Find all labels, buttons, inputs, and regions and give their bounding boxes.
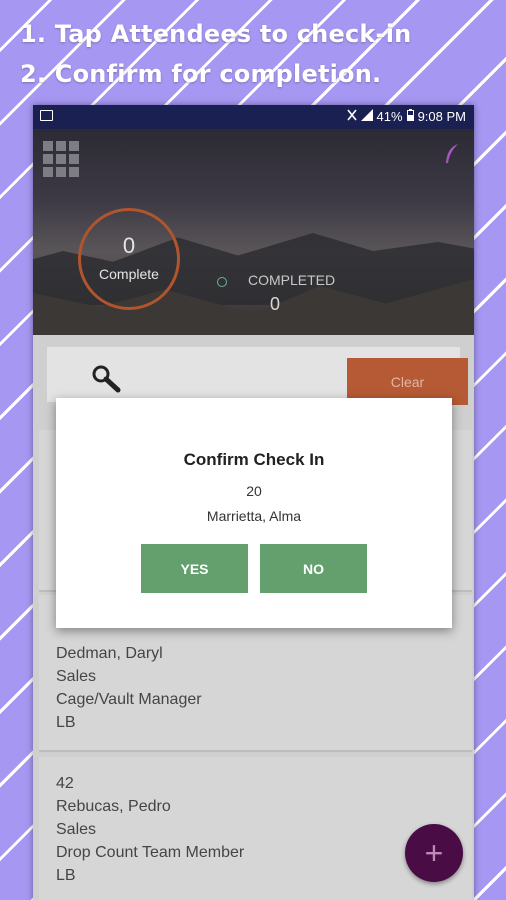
attendee-department: Sales [56, 821, 97, 838]
complete-label: Complete [99, 266, 159, 282]
instruction-line-1: 1. Tap Attendees to check-in [20, 20, 412, 48]
apps-grid-icon[interactable] [43, 141, 79, 177]
yes-button[interactable]: YES [141, 544, 248, 593]
completed-label: COMPLETED [248, 272, 336, 288]
complete-progress-ring: 0 Complete [78, 208, 180, 310]
dialog-attendee-name: Marrietta, Alma [206, 508, 302, 524]
no-button[interactable]: NO [260, 544, 367, 593]
battery-icon [406, 109, 414, 124]
dialog-title: Confirm Check In [183, 450, 325, 469]
alarm-icon [346, 109, 357, 124]
image-notification-icon [40, 110, 53, 121]
clock: 9:08 PM [417, 109, 466, 124]
add-attendee-button[interactable]: + [405, 824, 463, 882]
phone-screen: 41% 9:08 PM 0 Complete COMPLETED 0 Clear… [33, 105, 474, 900]
signal-icon [360, 109, 373, 124]
search-icon[interactable] [91, 364, 121, 393]
attendee-location: LB [56, 714, 76, 731]
attendee-title: Cage/Vault Manager [56, 691, 202, 708]
completed-legend-dot [217, 277, 227, 287]
attendee-location: LB [56, 867, 76, 884]
attendee-card[interactable]: 42 Rebucas, Pedro Sales Drop Count Team … [39, 757, 472, 900]
attendee-title: Drop Count Team Member [56, 844, 245, 861]
confirm-check-in-dialog: Confirm Check In 20 Marrietta, Alma YES … [56, 398, 452, 628]
attendee-name: Dedman, Daryl [56, 645, 163, 662]
status-bar: 41% 9:08 PM [33, 105, 474, 129]
completed-count: 0 [270, 294, 281, 314]
feather-icon[interactable] [444, 143, 460, 165]
summary-header: 0 Complete COMPLETED 0 [33, 129, 474, 335]
attendee-department: Sales [56, 668, 97, 685]
complete-count: 0 [122, 233, 136, 258]
attendee-number: 42 [56, 775, 74, 792]
battery-percent: 41% [376, 109, 403, 124]
dialog-attendee-number: 20 [246, 483, 262, 499]
attendee-name: Rebucas, Pedro [56, 798, 171, 815]
instruction-line-2: 2. Confirm for completion. [20, 60, 382, 88]
search-bar: Clear [47, 347, 468, 405]
